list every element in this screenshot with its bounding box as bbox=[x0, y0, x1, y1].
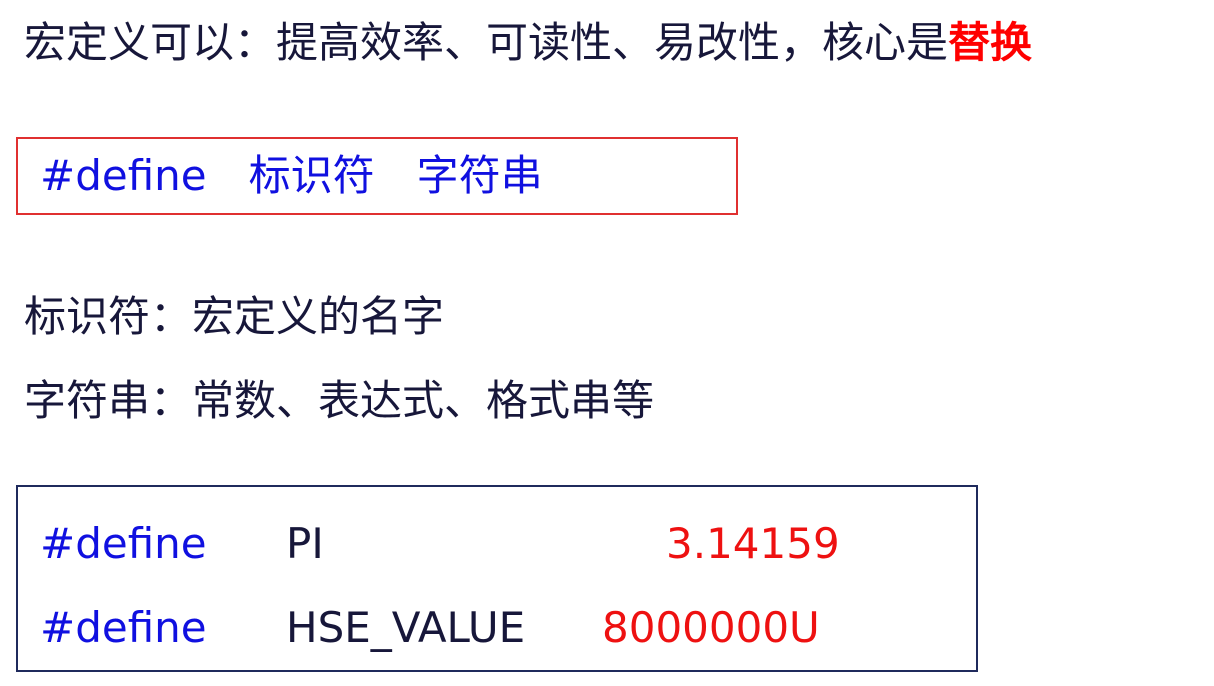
syntax-identifier: 标识符 bbox=[248, 151, 375, 200]
headline: 宏定义可以：提高效率、可读性、易改性，核心是替换 bbox=[24, 22, 1032, 64]
example-2-keyword: #define bbox=[40, 603, 207, 652]
example-1-value: 3.14159 bbox=[666, 519, 840, 568]
example-box: #define PI 3.14159 #define HSE_VALUE 800… bbox=[16, 485, 978, 672]
example-2-value: 8000000U bbox=[602, 603, 820, 652]
example-2-name: HSE_VALUE bbox=[286, 603, 526, 652]
identifier-description: 标识符：宏定义的名字 bbox=[24, 292, 445, 341]
syntax-keyword: #define bbox=[40, 151, 207, 200]
example-1-keyword: #define bbox=[40, 519, 207, 568]
syntax-line: #define 标识符 字符串 bbox=[40, 155, 543, 197]
syntax-string: 字符串 bbox=[416, 151, 543, 200]
headline-emphasis: 替换 bbox=[948, 18, 1033, 67]
string-description: 字符串：常数、表达式、格式串等 bbox=[24, 376, 655, 425]
headline-text: 宏定义可以：提高效率、可读性、易改性，核心是 bbox=[24, 18, 949, 67]
syntax-box: #define 标识符 字符串 bbox=[16, 137, 738, 215]
example-1-name: PI bbox=[286, 519, 324, 568]
